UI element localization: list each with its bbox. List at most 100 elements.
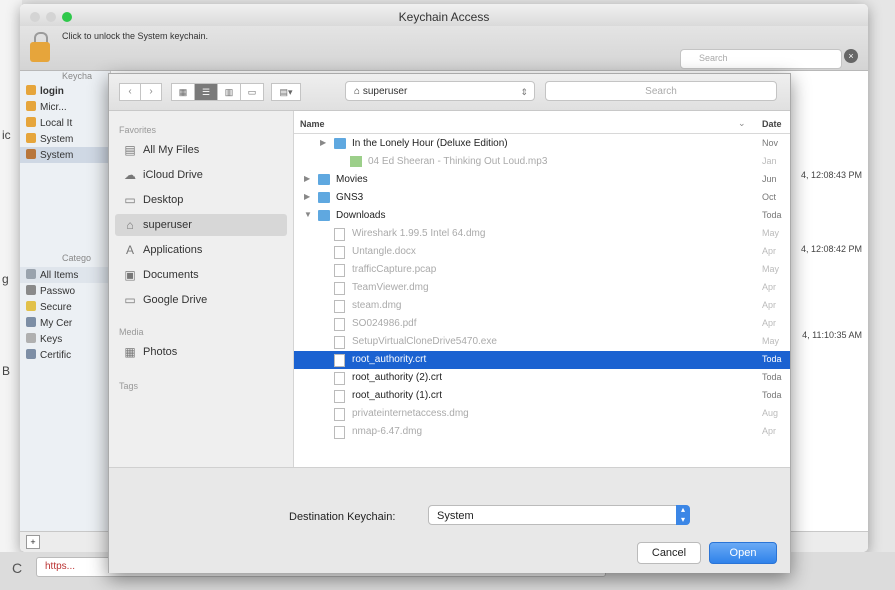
photos-icon: ▦ [124, 345, 136, 359]
file-list: Name ⌄ Date ▶ In the Lonely Hour (Deluxe … [294, 111, 790, 467]
file-row[interactable]: nmap-6.47.dmg Apr [294, 423, 790, 441]
file-row[interactable]: Untangle.docx Apr [294, 243, 790, 261]
keychain-item-system[interactable]: System [26, 133, 73, 145]
dialog-toolbar: ‹ › ▦ ☰ ▥ ▭ ▤▾ ⌂ superuser ⇕ Search [109, 74, 790, 111]
file-row[interactable]: root_authority (1).crt Toda [294, 387, 790, 405]
name-column-header[interactable]: Name [300, 119, 325, 129]
cancel-button[interactable]: Cancel [637, 542, 701, 564]
category-my-certificates[interactable]: My Cer [26, 317, 72, 329]
forward-button[interactable]: › [140, 83, 162, 101]
disclosure-closed-icon[interactable]: ▶ [304, 192, 310, 201]
disclosure-open-icon[interactable]: ▼ [304, 210, 312, 219]
chevron-up-down-icon: ⇕ [520, 87, 528, 97]
search-input[interactable]: Search [680, 49, 842, 69]
destination-label: Destination Keychain: [289, 511, 396, 523]
open-button[interactable]: Open [709, 542, 777, 564]
category-secure-notes[interactable]: Secure [26, 301, 72, 313]
document-icon [334, 408, 345, 421]
lock-icon [26, 101, 36, 111]
file-name: Untangle.docx [352, 246, 416, 257]
documents-icon: ▣ [124, 268, 136, 282]
sidebar-item-icloud-drive[interactable]: ☁ iCloud Drive [115, 164, 287, 186]
file-name: steam.dmg [352, 300, 402, 311]
file-name: Wireshark 1.99.5 Intel 64.dmg [352, 228, 486, 239]
sidebar-item-all-my-files[interactable]: ▤ All My Files [115, 139, 287, 161]
cloud-icon: ☁ [124, 168, 136, 182]
window-title: Keychain Access [398, 10, 490, 24]
category-passwords[interactable]: Passwo [26, 285, 75, 297]
keychain-item-system-roots[interactable]: System [26, 149, 73, 161]
pen-icon [26, 285, 36, 295]
sidebar-item-applications[interactable]: A Applications [115, 239, 287, 261]
destination-keychain-select[interactable]: System ▴ ▾ [428, 505, 690, 525]
category-certificates[interactable]: Certific [26, 349, 71, 361]
file-name: privateinternetaccess.dmg [352, 408, 469, 419]
sidebar-item-desktop[interactable]: ▭ Desktop [115, 189, 287, 211]
add-icon[interactable]: + [26, 535, 40, 549]
document-icon [334, 246, 345, 259]
file-row[interactable]: root_authority (2).crt Toda [294, 369, 790, 387]
file-row[interactable]: ▼ Downloads Toda [294, 207, 790, 225]
file-name: SO024986.pdf [352, 318, 417, 329]
keychain-item-micr[interactable]: Micr... [26, 101, 67, 113]
certificate-icon [26, 317, 36, 327]
background-text: g [2, 272, 9, 286]
list-view-button[interactable]: ☰ [194, 83, 218, 101]
background-text: ic [2, 128, 11, 142]
unlock-text: Click to unlock the System keychain. [62, 31, 209, 41]
sidebar-item-documents[interactable]: ▣ Documents [115, 264, 287, 286]
file-row[interactable]: ▶ Movies Jun [294, 171, 790, 189]
file-date: Oct [762, 192, 777, 202]
background-date: 4, 11:10:35 AM [802, 330, 862, 340]
clear-search-icon[interactable]: × [844, 49, 858, 63]
keychain-item-local[interactable]: Local It [26, 117, 72, 129]
file-row[interactable]: steam.dmg Apr [294, 297, 790, 315]
title-bar: Keychain Access [20, 4, 868, 26]
toolbar: Click to unlock the System keychain. Sea… [20, 26, 868, 71]
audio-file-icon [350, 156, 362, 167]
file-row[interactable]: SO024986.pdf Apr [294, 315, 790, 333]
dialog-search-input[interactable]: Search [545, 81, 777, 101]
sidebar-item-photos[interactable]: ▦ Photos [115, 341, 287, 363]
cover-flow-button[interactable]: ▭ [240, 83, 264, 101]
date-column-header[interactable]: Date [762, 119, 782, 129]
category-keys[interactable]: Keys [26, 333, 62, 345]
document-icon [334, 300, 345, 313]
home-icon: ⌂ [354, 86, 363, 97]
file-row[interactable]: root_authority.crt Toda [294, 351, 790, 369]
file-date: Apr [762, 426, 777, 436]
file-row[interactable]: privateinternetaccess.dmg Aug [294, 405, 790, 423]
back-button[interactable]: ‹ [119, 83, 141, 101]
file-row[interactable]: ▶ GNS3 Oct [294, 189, 790, 207]
reload-icon[interactable]: C [12, 560, 22, 576]
file-row[interactable]: TeamViewer.dmg Apr [294, 279, 790, 297]
file-date: Toda [762, 390, 782, 400]
category-all-items[interactable]: All Items [26, 269, 78, 281]
sidebar-item-superuser[interactable]: ⌂ superuser [115, 214, 287, 236]
file-row[interactable]: SetupVirtualCloneDrive5470.exe May [294, 333, 790, 351]
file-row[interactable]: ▶ In the Lonely Hour (Deluxe Edition) Nov [294, 135, 790, 153]
keychain-item-login[interactable]: login [26, 85, 64, 97]
file-name: root_authority (1).crt [352, 390, 443, 401]
file-row[interactable]: trafficCapture.pcap May [294, 261, 790, 279]
disclosure-closed-icon[interactable]: ▶ [320, 138, 326, 147]
tags-label: Tags [119, 381, 139, 391]
keychain-sidebar: Keycha login Micr... Local It System Sys… [20, 71, 111, 531]
file-date: Apr [762, 246, 777, 256]
column-view-button[interactable]: ▥ [217, 83, 241, 101]
lock-icon [26, 117, 36, 127]
file-date: Toda [762, 372, 782, 382]
cabinet-icon [26, 149, 36, 159]
lock-icon[interactable] [30, 42, 50, 62]
arrange-button[interactable]: ▤▾ [271, 83, 301, 101]
file-row[interactable]: 04 Ed Sheeran - Thinking Out Loud.mp3 Jan [294, 153, 790, 171]
location-popup[interactable]: ⌂ superuser ⇕ [345, 81, 535, 101]
file-row[interactable]: Wireshark 1.99.5 Intel 64.dmg May [294, 225, 790, 243]
icon-view-button[interactable]: ▦ [171, 83, 195, 101]
file-date: May [762, 264, 780, 274]
folder-icon: ▭ [124, 293, 136, 307]
sidebar-item-google-drive[interactable]: ▭ Google Drive [115, 289, 287, 311]
all-items-icon [26, 269, 36, 279]
disclosure-closed-icon[interactable]: ▶ [304, 174, 310, 183]
desktop-icon: ▭ [124, 193, 136, 207]
